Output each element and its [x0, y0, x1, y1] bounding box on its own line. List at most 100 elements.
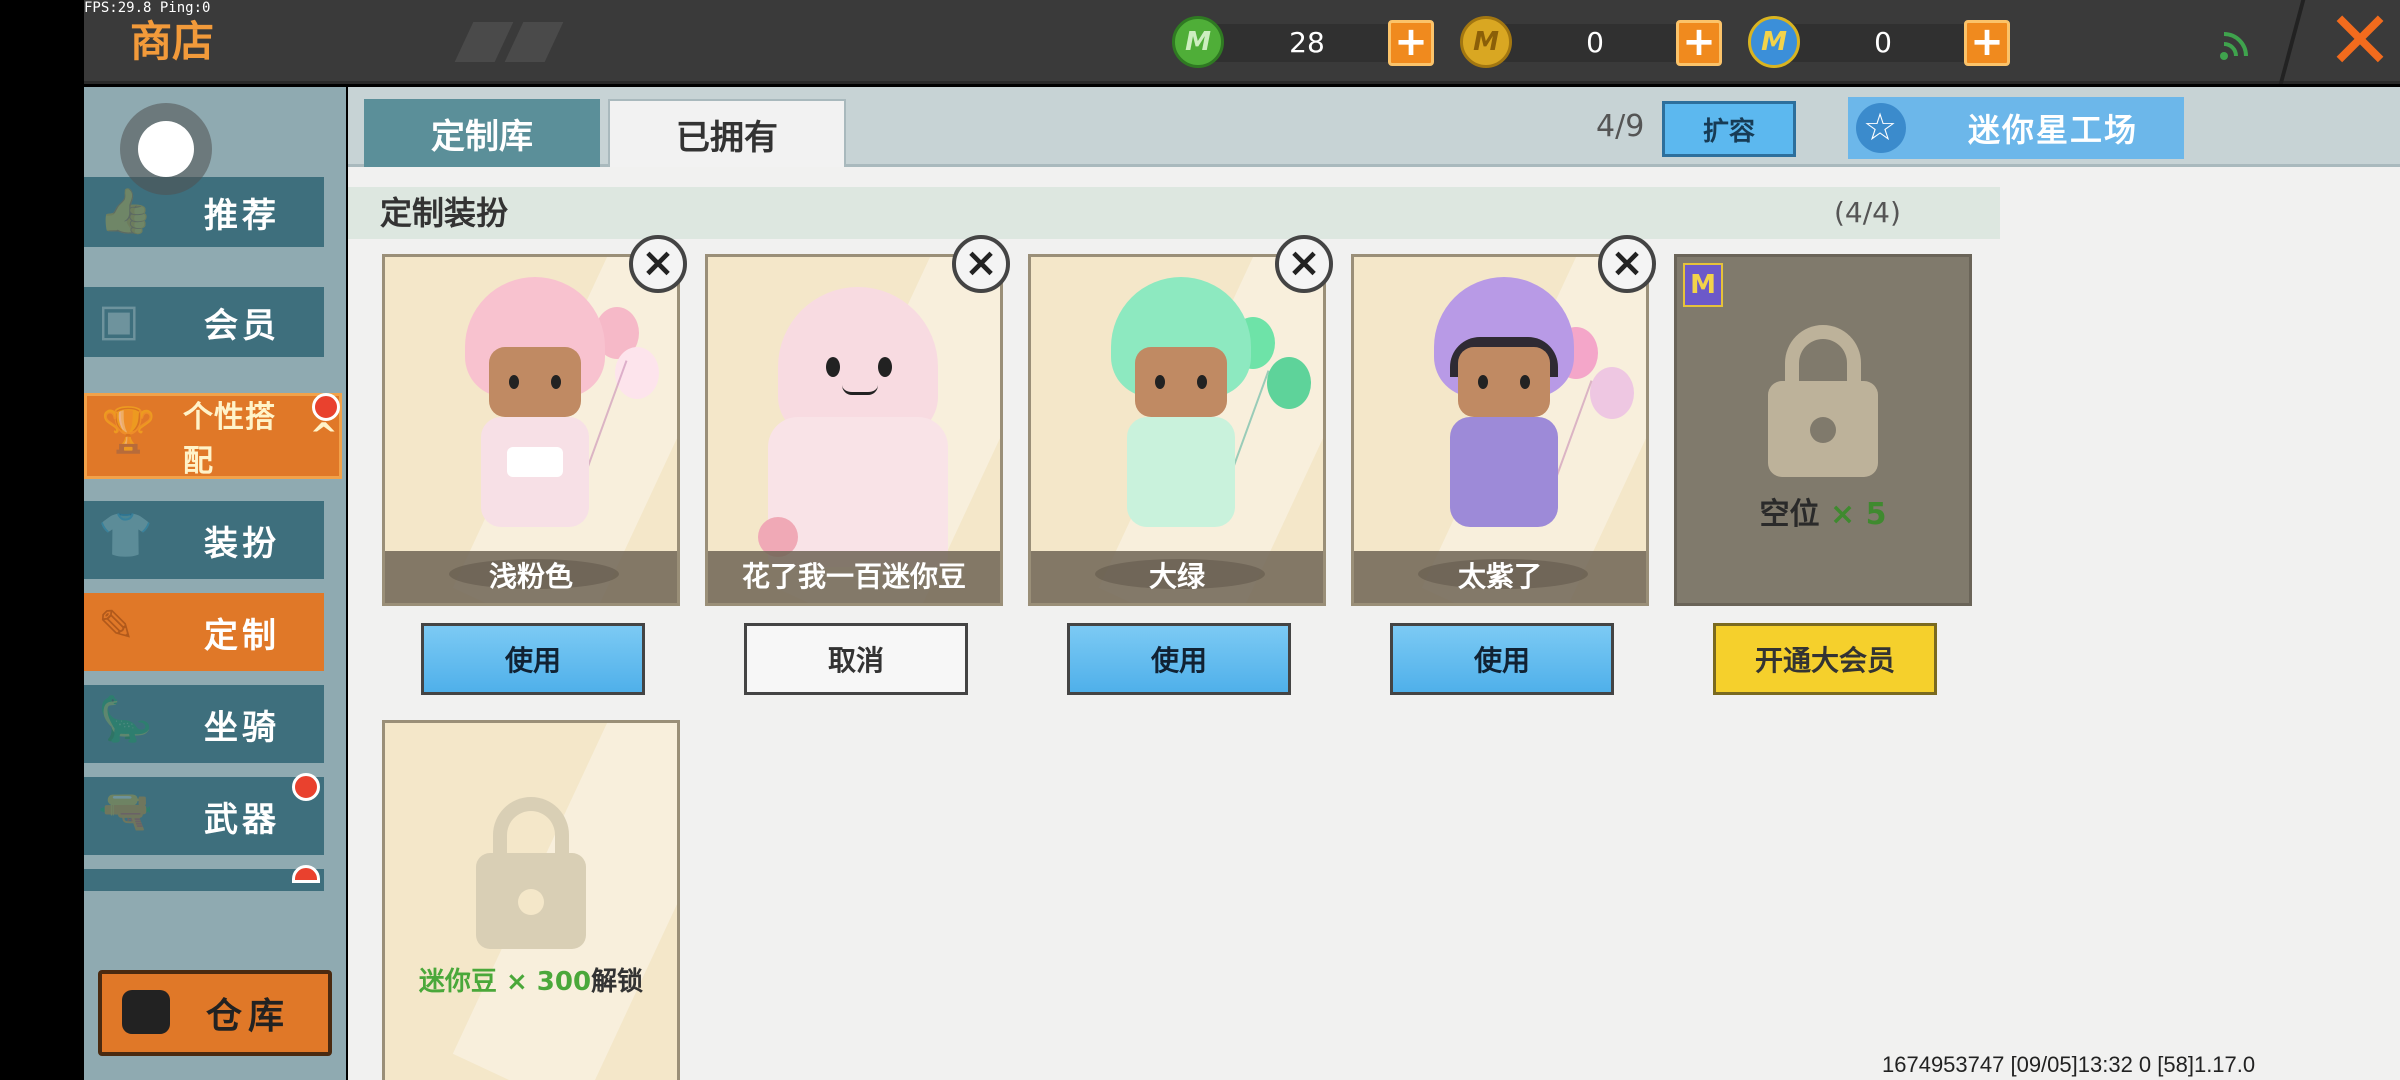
star-icon: ☆	[1856, 103, 1906, 153]
currency-blue-coin: M 0 +	[1748, 14, 2018, 72]
eye	[878, 357, 892, 377]
empty-slot-count: × 5	[1829, 497, 1887, 532]
outfit-name: 太紫了	[1354, 551, 1646, 603]
workshop-label: 迷你星工场	[1968, 111, 2139, 149]
face	[489, 347, 581, 417]
use-button[interactable]: 使用	[1067, 623, 1291, 695]
shirt-print	[507, 447, 563, 477]
sidebar-item-label: 个性搭配	[183, 400, 276, 479]
mini-star-workshop-button[interactable]: ☆ 迷你星工场	[1848, 97, 2184, 159]
decor-stripe	[504, 22, 564, 62]
top-bar: M 28 + M 0 + M 0 +	[84, 0, 2400, 84]
shop-title: 商店	[130, 17, 215, 66]
add-green-gem-button[interactable]: +	[1388, 20, 1434, 66]
signal-icon	[2220, 32, 2248, 60]
tab-owned[interactable]: 已拥有	[608, 99, 846, 167]
sidebar-item-personal-style[interactable]: 🏆 个性搭配 ^	[84, 393, 342, 479]
sidebar-item-label: 推荐	[204, 195, 280, 236]
unlock-price: 迷你豆 × 300解锁	[385, 961, 677, 998]
joystick-knob[interactable]	[138, 121, 194, 177]
remove-outfit-button[interactable]: ×	[1598, 235, 1656, 293]
currency-gold-coin: M 0 +	[1460, 14, 1730, 72]
outfit-card[interactable]: 大绿	[1028, 254, 1326, 606]
balloon	[1267, 357, 1311, 409]
open-vip-button[interactable]: 开通大会员	[1713, 623, 1937, 695]
face	[1458, 347, 1550, 417]
sidebar-item-label: 武器	[204, 799, 280, 840]
pencil-ruler-icon: ✎	[98, 601, 139, 652]
currency-green-gem: M 28 +	[1172, 14, 1442, 72]
chevron-up-icon: ^	[309, 416, 339, 456]
outfit-card[interactable]: 花了我一百迷你豆	[705, 254, 1003, 606]
sidebar-item-label: 会员	[204, 305, 280, 346]
use-button[interactable]: 使用	[1390, 623, 1614, 695]
eye	[1478, 375, 1488, 389]
unlock-suffix: 解锁	[591, 967, 644, 997]
outfit-card[interactable]: 太紫了	[1351, 254, 1649, 606]
sidebar-item-partial[interactable]	[84, 869, 324, 891]
outfit-preview	[1071, 267, 1311, 567]
chest-icon	[122, 990, 170, 1034]
trophy-icon: 🏆	[101, 405, 157, 456]
sidebar-item-outfits[interactable]: 👕 装扮	[84, 501, 324, 579]
unlock-amount: × 300	[505, 967, 592, 997]
sidebar-item-weapons[interactable]: 🔫 武器	[84, 777, 324, 855]
sidebar-item-label: 坐骑	[204, 707, 280, 748]
divider	[2278, 0, 2306, 84]
green-gem-count: 28	[1289, 26, 1325, 59]
remove-outfit-button[interactable]: ×	[629, 235, 687, 293]
outfit-preview	[1394, 267, 1634, 567]
outfit-name: 浅粉色	[385, 551, 677, 603]
unlock-currency: 迷你豆	[418, 967, 497, 997]
mouth	[842, 385, 878, 395]
eye	[1520, 375, 1530, 389]
tab-bar: 定制库 已拥有 4/9 扩容 ☆ 迷你星工场	[348, 87, 2400, 167]
face	[1135, 347, 1227, 417]
mount-icon: 🦕	[98, 694, 157, 745]
remove-outfit-button[interactable]: ×	[1275, 235, 1333, 293]
outfit-name: 花了我一百迷你豆	[708, 551, 1000, 603]
eye	[1197, 375, 1207, 389]
sidebar-item-label: 定制	[204, 615, 280, 656]
slot-count: 4/9	[1596, 109, 1645, 144]
sidebar: 👍 推荐 ▣ 会员 🏆 个性搭配 ^ 👕 装扮 ✎ 定制 🦕 坐骑 🔫 武器	[84, 87, 346, 1080]
lock-hole	[518, 889, 544, 915]
outfit-card[interactable]: 浅粉色	[382, 254, 680, 606]
lock-hole	[1810, 417, 1836, 443]
sidebar-item-recommend[interactable]: 👍 推荐	[84, 177, 324, 247]
outfit-name: 大绿	[1031, 551, 1323, 603]
sidebar-item-mounts[interactable]: 🦕 坐骑	[84, 685, 324, 763]
warehouse-button[interactable]: 仓库	[98, 970, 332, 1056]
notification-dot	[292, 865, 320, 883]
shop-screen: FPS:29.8 Ping:0 M 28 + M 0 + M 0 + 商店 ✕ …	[0, 0, 2400, 1080]
section-title: 定制装扮	[348, 187, 2000, 239]
balloon	[1590, 367, 1634, 419]
ghost-head	[778, 287, 938, 437]
vip-locked-slot[interactable]: M 空位 × 5	[1674, 254, 1972, 606]
cancel-button[interactable]: 取消	[744, 623, 968, 695]
tab-custom-library[interactable]: 定制库	[364, 99, 600, 167]
add-gold-coin-button[interactable]: +	[1676, 20, 1722, 66]
eye	[1155, 375, 1165, 389]
warehouse-label: 仓库	[206, 996, 291, 1037]
close-button[interactable]: ✕	[2322, 1, 2398, 81]
decor-stripe	[454, 22, 514, 62]
outfit-body	[1450, 417, 1558, 527]
sidebar-item-label: 装扮	[204, 523, 280, 564]
bean-locked-slot[interactable]: 迷你豆 × 300解锁	[382, 720, 680, 1080]
sidebar-item-vip[interactable]: ▣ 会员	[84, 287, 324, 357]
outfit-body	[1127, 417, 1235, 527]
empty-slot-text: 空位	[1759, 497, 1820, 532]
remove-outfit-button[interactable]: ×	[952, 235, 1010, 293]
section-count: (4/4)	[1834, 196, 1901, 229]
sidebar-item-custom[interactable]: ✎ 定制	[84, 593, 324, 671]
eye	[509, 375, 519, 389]
add-blue-coin-button[interactable]: +	[1964, 20, 2010, 66]
expand-button[interactable]: 扩容	[1662, 101, 1796, 157]
floating-joystick[interactable]	[120, 103, 212, 195]
shirt-icon: 👕	[98, 510, 157, 561]
outfit-preview	[425, 267, 659, 567]
empty-slot-label: 空位 × 5	[1677, 489, 1969, 533]
thumbs-up-icon: 👍	[98, 186, 157, 237]
use-button[interactable]: 使用	[421, 623, 645, 695]
